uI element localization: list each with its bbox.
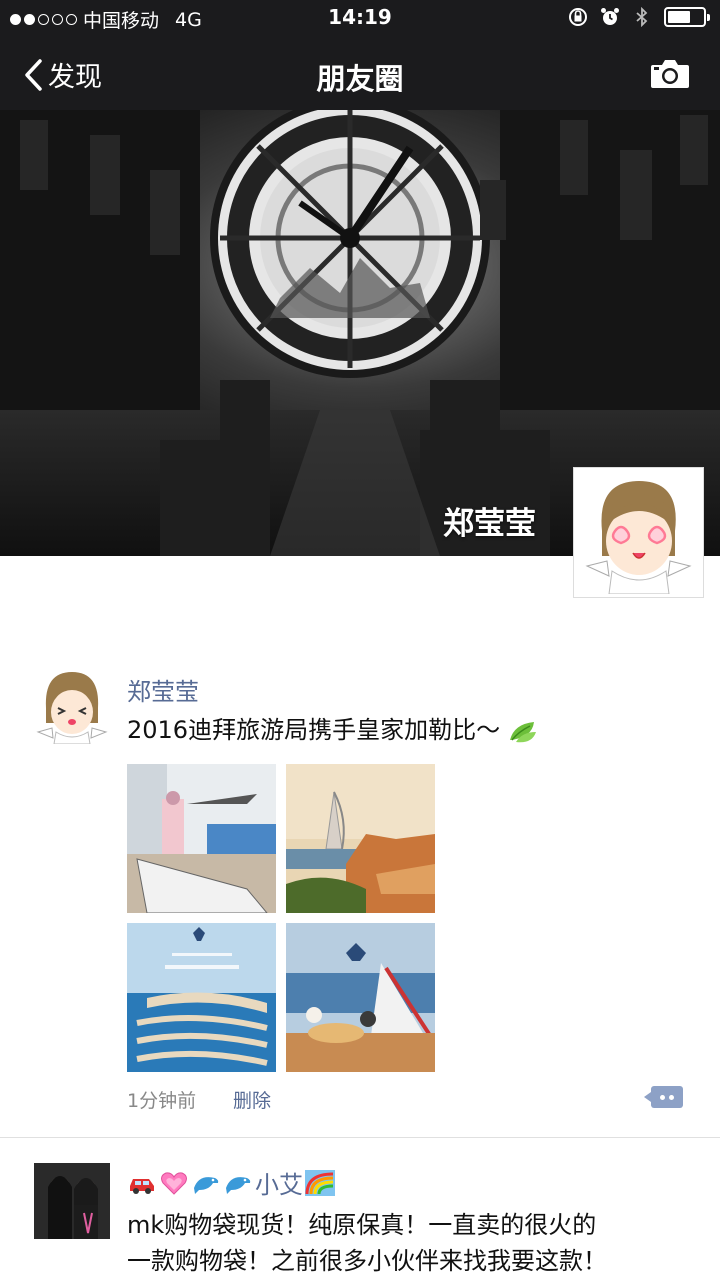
dolphin-emoji-icon [194, 1176, 219, 1194]
status-bar: 中国移动 4G 14:19 [0, 0, 720, 38]
post-time: 1分钟前 [127, 1090, 197, 1112]
top-bar: 中国移动 4G 14:19 发现 朋友圈 [0, 0, 720, 110]
dolphin-emoji-icon [226, 1176, 251, 1194]
post-divider [0, 1137, 720, 1138]
camera-icon[interactable] [650, 58, 690, 90]
post-text-body: 2016迪拜旅游局携手皇家加勒比～ [127, 716, 501, 744]
page-title: 朋友圈 [316, 62, 404, 96]
car-emoji-icon [130, 1178, 154, 1194]
rotation-lock-icon [569, 8, 587, 26]
battery-icon [664, 7, 710, 27]
photo-1[interactable] [127, 764, 276, 913]
photo-3[interactable] [127, 923, 276, 1072]
girls-photo-avatar-icon [34, 1163, 110, 1239]
cover-user-name: 郑莹莹 [443, 506, 536, 542]
photo-4[interactable] [286, 923, 435, 1072]
cartoon-girl-avatar-icon [577, 471, 700, 595]
bluetooth-icon [636, 7, 648, 27]
alarm-icon [601, 8, 619, 25]
leaves-emoji-icon [509, 722, 536, 743]
nav-bar: 发现 朋友圈 [0, 38, 720, 110]
cartoon-girl-avatar-icon [34, 668, 110, 744]
post-author[interactable]: 小艾 [127, 1165, 335, 1200]
photo-2[interactable] [286, 764, 435, 913]
profile-avatar[interactable] [573, 467, 704, 598]
post-text: 2016迪拜旅游局携手皇家加勒比～ [127, 712, 538, 748]
photo-grid [127, 764, 435, 1072]
post-text-line: mk购物袋现货！纯原保真！一直卖的很火的 [127, 1211, 597, 1239]
comment-more-icon[interactable] [644, 1086, 683, 1108]
post-text: mk购物袋现货！纯原保真！一直卖的很火的 一款购物袋！之前很多小伙伴来找我要这款… [127, 1207, 607, 1279]
heart-emoji-icon [161, 1171, 187, 1195]
post-text-line: 一款购物袋！之前很多小伙伴来找我要这款！ [127, 1247, 607, 1275]
avatar[interactable] [34, 668, 110, 744]
avatar[interactable] [34, 1163, 110, 1239]
delete-button[interactable]: 删除 [233, 1086, 271, 1113]
post-author[interactable]: 郑莹莹 [127, 672, 199, 707]
rainbow-emoji-icon [305, 1169, 335, 1196]
post-author-name: 小艾 [255, 1171, 303, 1199]
